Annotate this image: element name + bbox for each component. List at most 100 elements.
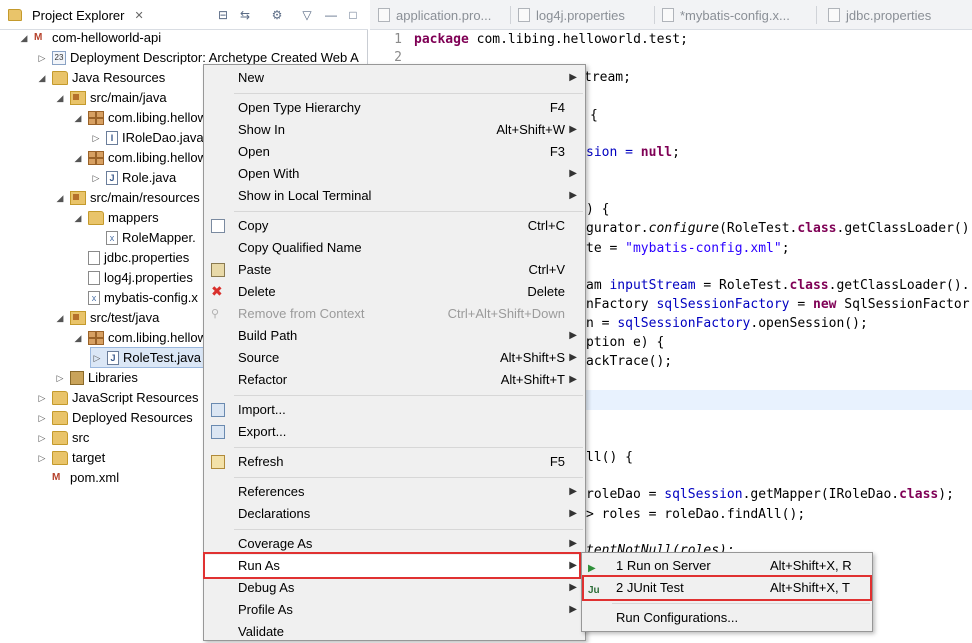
link-with-editor-icon[interactable]: ⇆ bbox=[236, 6, 254, 24]
editor-tab-jdbc-properties[interactable]: jdbc.properties bbox=[828, 0, 931, 30]
collapse-all-icon[interactable]: ⊟ bbox=[214, 6, 232, 24]
code-line[interactable]: n = sqlSessionFactory.openSession(); bbox=[586, 314, 868, 334]
menu-item-delete[interactable]: ✖ Delete Delete bbox=[204, 281, 585, 303]
menu-item-export[interactable]: Export... bbox=[204, 421, 585, 443]
collapsed-twisty-icon[interactable]: ▷ bbox=[54, 368, 66, 388]
code-line[interactable]: gurator.configure(RoleTest.class.getClas… bbox=[586, 219, 970, 239]
code-line[interactable]: package com.libing.helloworld.test; bbox=[414, 30, 688, 50]
menu-item-references[interactable]: References ▶ bbox=[204, 481, 585, 503]
tree-item-roletest-java[interactable]: ▷ J RoleTest.java bbox=[90, 347, 204, 368]
expanded-twisty-icon[interactable]: ◢ bbox=[36, 68, 48, 88]
expanded-twisty-icon[interactable]: ◢ bbox=[72, 208, 84, 228]
tree-item-deployed-resources[interactable]: ▷ Deployed Resources bbox=[36, 408, 193, 428]
menu-item-open-with[interactable]: Open With ▶ bbox=[204, 163, 585, 185]
expanded-twisty-icon[interactable]: ◢ bbox=[54, 88, 66, 108]
tree-item-label: Libraries bbox=[88, 370, 138, 385]
menu-item-validate[interactable]: Validate bbox=[204, 621, 585, 643]
tree-item-pom-xml[interactable]: M pom.xml bbox=[52, 468, 119, 488]
tree-item-libraries[interactable]: ▷ Libraries bbox=[54, 368, 138, 388]
submenu-item-run-configurations[interactable]: Run Configurations... bbox=[582, 607, 872, 629]
expanded-twisty-icon[interactable]: ◢ bbox=[18, 28, 30, 48]
submenu-item-run-on-server[interactable]: ▶ 1 Run on Server Alt+Shift+X, R bbox=[582, 555, 872, 577]
menu-item-new[interactable]: New ▶ bbox=[204, 67, 585, 89]
tree-item-java-resources[interactable]: ◢ Java Resources bbox=[36, 68, 165, 88]
menu-item-refresh[interactable]: Refresh F5 bbox=[204, 451, 585, 473]
minimize-icon[interactable]: — bbox=[322, 6, 340, 24]
tree-item-javascript-resources[interactable]: ▷ JavaScript Resources bbox=[36, 388, 198, 408]
expanded-twisty-icon[interactable]: ◢ bbox=[54, 308, 66, 328]
code-text: = bbox=[789, 297, 813, 312]
tree-item-package[interactable]: ◢ com.libing.hellow bbox=[72, 328, 207, 348]
menu-item-open-type-hierarchy[interactable]: Open Type Hierarchy F4 bbox=[204, 97, 585, 119]
tree-item-src-test-java[interactable]: ◢ src/test/java bbox=[54, 308, 159, 328]
code-line[interactable]: sion = null; bbox=[586, 143, 680, 163]
expanded-twisty-icon[interactable]: ◢ bbox=[72, 108, 84, 128]
collapsed-twisty-icon[interactable]: ▷ bbox=[91, 348, 103, 368]
collapsed-twisty-icon[interactable]: ▷ bbox=[36, 448, 48, 468]
collapsed-twisty-icon[interactable]: ▷ bbox=[36, 48, 48, 68]
tree-item-target[interactable]: ▷ target bbox=[36, 448, 105, 468]
code-line[interactable]: ll() { bbox=[586, 448, 633, 468]
collapsed-twisty-icon[interactable]: ▷ bbox=[36, 428, 48, 448]
code-line[interactable]: ackTrace(); bbox=[586, 352, 672, 372]
menu-item-copy[interactable]: Copy Ctrl+C bbox=[204, 215, 585, 237]
tree-item-src[interactable]: ▷ src bbox=[36, 428, 89, 448]
tree-item-label: mappers bbox=[108, 210, 159, 225]
menu-item-label: References bbox=[238, 484, 305, 499]
menu-item-declarations[interactable]: Declarations ▶ bbox=[204, 503, 585, 525]
folder-icon bbox=[52, 411, 68, 425]
code-line[interactable]: te = "mybatis-config.xml"; bbox=[586, 239, 790, 259]
code-line[interactable]: > roles = roleDao.findAll(); bbox=[586, 505, 805, 525]
submenu-arrow-icon: ▶ bbox=[569, 582, 577, 593]
tree-item-rolemapper[interactable]: x RoleMapper. bbox=[106, 228, 196, 248]
view-menu-chevron-icon[interactable]: ▽ bbox=[298, 6, 316, 24]
tree-item-src-main-resources[interactable]: ◢ src/main/resources bbox=[54, 188, 200, 208]
code-text: ption e) { bbox=[586, 335, 665, 350]
editor-tab-log4j-properties[interactable]: log4j.properties bbox=[518, 0, 625, 30]
close-icon[interactable]: ✕ bbox=[134, 9, 143, 22]
code-line[interactable]: am inputStream = RoleTest.class.getClass… bbox=[586, 276, 970, 296]
menu-item-debug-as[interactable]: Debug As ▶ bbox=[204, 577, 585, 599]
tree-item-package[interactable]: ◢ com.libing.hellow bbox=[72, 148, 207, 168]
collapsed-twisty-icon[interactable]: ▷ bbox=[90, 168, 102, 188]
expanded-twisty-icon[interactable]: ◢ bbox=[72, 148, 84, 168]
focus-icon[interactable]: ⚙ bbox=[268, 6, 286, 24]
expanded-twisty-icon[interactable]: ◢ bbox=[72, 328, 84, 348]
menu-item-show-in[interactable]: Show In Alt+Shift+W ▶ bbox=[204, 119, 585, 141]
code-line[interactable]: ption e) { bbox=[586, 333, 664, 353]
tree-item-jdbc-properties[interactable]: jdbc.properties bbox=[88, 248, 189, 268]
menu-item-show-in-local-terminal[interactable]: Show in Local Terminal ▶ bbox=[204, 185, 585, 207]
menu-item-profile-as[interactable]: Profile As ▶ bbox=[204, 599, 585, 621]
tree-item-log4j-properties[interactable]: log4j.properties bbox=[88, 268, 193, 288]
code-line[interactable]: ) { bbox=[586, 200, 609, 220]
collapsed-twisty-icon[interactable]: ▷ bbox=[36, 408, 48, 428]
menu-item-refactor[interactable]: Refactor Alt+Shift+T ▶ bbox=[204, 369, 585, 391]
tree-item-mybatis-config[interactable]: x mybatis-config.x bbox=[88, 288, 198, 308]
collapsed-twisty-icon[interactable]: ▷ bbox=[36, 388, 48, 408]
menu-item-open[interactable]: Open F3 bbox=[204, 141, 585, 163]
tree-item-iroledao-java[interactable]: ▷ I IRoleDao.java bbox=[90, 128, 204, 148]
collapsed-twisty-icon[interactable]: ▷ bbox=[90, 128, 102, 148]
tree-item-project[interactable]: ◢ M com-helloworld-api bbox=[18, 28, 162, 48]
tree-item-mappers[interactable]: ◢ mappers bbox=[72, 208, 159, 228]
editor-tab-mybatis-config[interactable]: *mybatis-config.x... bbox=[662, 0, 790, 30]
code-line[interactable]: roleDao = sqlSession.getMapper(IRoleDao.… bbox=[586, 485, 954, 505]
menu-item-import[interactable]: Import... bbox=[204, 399, 585, 421]
code-line[interactable]: { bbox=[590, 106, 598, 126]
tree-item-label: RoleMapper. bbox=[122, 230, 196, 245]
tab-project-explorer[interactable]: Project Explorer ✕ bbox=[0, 0, 150, 30]
tree-item-package[interactable]: ◢ com.libing.hellow bbox=[72, 108, 207, 128]
paste-icon bbox=[211, 263, 225, 277]
expanded-twisty-icon[interactable]: ◢ bbox=[54, 188, 66, 208]
tree-item-role-java[interactable]: ▷ J Role.java bbox=[90, 168, 176, 188]
editor-tab-application-properties[interactable]: application.pro... bbox=[378, 0, 491, 30]
tree-item-src-main-java[interactable]: ◢ src/main/java bbox=[54, 88, 167, 108]
menu-item-copy-qualified-name[interactable]: Copy Qualified Name bbox=[204, 237, 585, 259]
menu-item-source[interactable]: Source Alt+Shift+S ▶ bbox=[204, 347, 585, 369]
maximize-icon[interactable]: □ bbox=[344, 6, 362, 24]
menu-item-paste[interactable]: Paste Ctrl+V bbox=[204, 259, 585, 281]
code-line[interactable]: nFactory sqlSessionFactory = new SqlSess… bbox=[586, 295, 970, 315]
code-line[interactable]: tream; bbox=[584, 68, 631, 88]
menu-item-build-path[interactable]: Build Path ▶ bbox=[204, 325, 585, 347]
tab-separator bbox=[510, 6, 511, 24]
